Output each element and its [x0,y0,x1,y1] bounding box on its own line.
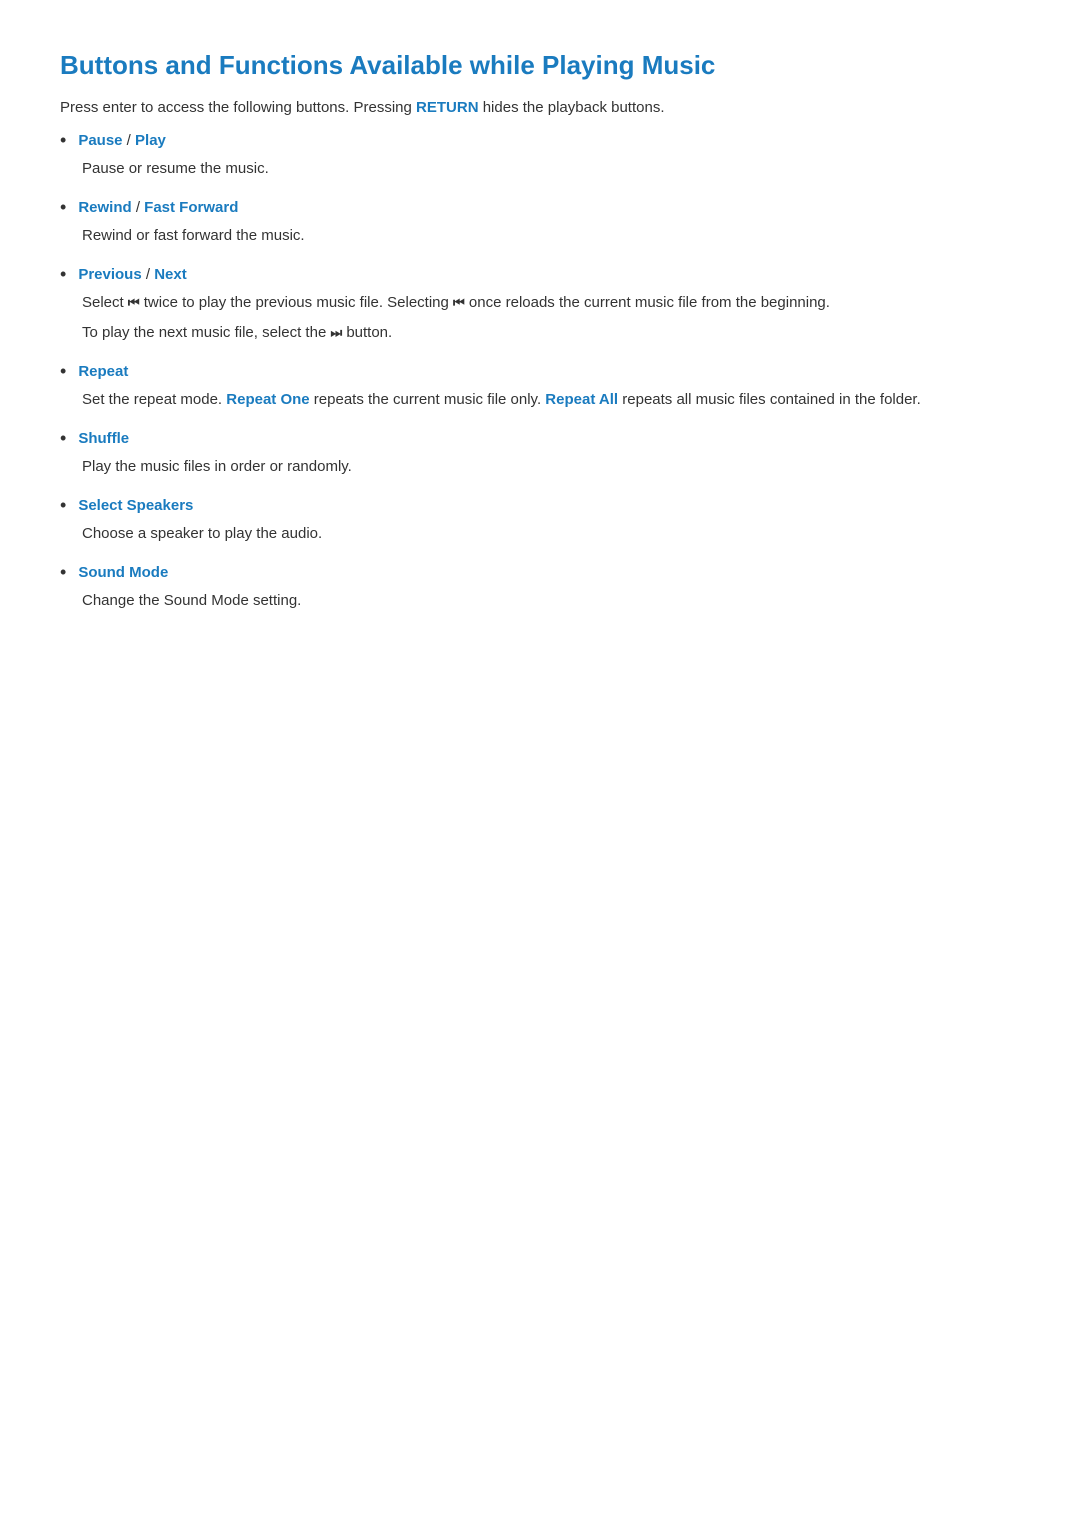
repeat-one-keyword: Repeat One [226,391,309,408]
page-title: Buttons and Functions Available while Pl… [60,50,1020,81]
feature-desc-pause-play: Pause or resume the music. [60,157,1020,181]
feature-desc-select-speakers: Choose a speaker to play the audio. [60,522,1020,546]
separator: / [123,132,136,149]
feature-label-play: Play [135,132,166,149]
feature-label-sound-mode: Sound Mode [78,564,168,581]
return-keyword: RETURN [416,99,479,116]
list-item-rewind-forward: • Rewind / Fast Forward Rewind or fast f… [60,199,1020,248]
feature-desc-previous-1: Select ⏮ twice to play the previous musi… [60,291,1020,315]
feature-label-select-speakers: Select Speakers [78,497,193,514]
feature-list: • Pause / Play Pause or resume the music… [60,132,1020,613]
feature-label-shuffle: Shuffle [78,430,129,447]
rewind-icon-2: ⏮ [453,295,465,310]
feature-label-pause: Pause [78,132,122,149]
list-item-sound-mode: • Sound Mode Change the Sound Mode setti… [60,564,1020,613]
bullet-dot: • [60,197,66,218]
repeat-all-keyword: Repeat All [545,391,618,408]
list-item-select-speakers: • Select Speakers Choose a speaker to pl… [60,497,1020,546]
bullet-dot: • [60,361,66,382]
intro-text-after: hides the playback buttons. [483,99,665,116]
feature-desc-shuffle: Play the music files in order or randoml… [60,455,1020,479]
feature-desc-previous-2: To play the next music file, select the … [60,321,1020,345]
bullet-dot: • [60,562,66,583]
feature-label-fast-forward: Fast Forward [144,199,238,216]
bullet-dot: • [60,428,66,449]
feature-label-rewind: Rewind [78,199,131,216]
feature-desc-sound-mode: Change the Sound Mode setting. [60,589,1020,613]
separator: / [132,199,145,216]
feature-desc-repeat: Set the repeat mode. Repeat One repeats … [60,388,1020,412]
list-item-previous-next: • Previous / Next Select ⏮ twice to play… [60,266,1020,345]
feature-label-repeat: Repeat [78,363,128,380]
feature-desc-rewind: Rewind or fast forward the music. [60,224,1020,248]
separator: / [142,266,155,283]
intro-text-before: Press enter to access the following butt… [60,99,412,116]
bullet-dot: • [60,264,66,285]
next-icon: ⏭ [330,325,342,340]
rewind-icon: ⏮ [128,295,140,310]
bullet-dot: • [60,495,66,516]
list-item-pause-play: • Pause / Play Pause or resume the music… [60,132,1020,181]
feature-label-next: Next [154,266,187,283]
bullet-dot: • [60,130,66,151]
list-item-repeat: • Repeat Set the repeat mode. Repeat One… [60,363,1020,412]
intro-paragraph: Press enter to access the following butt… [60,99,1020,116]
feature-label-previous: Previous [78,266,141,283]
list-item-shuffle: • Shuffle Play the music files in order … [60,430,1020,479]
